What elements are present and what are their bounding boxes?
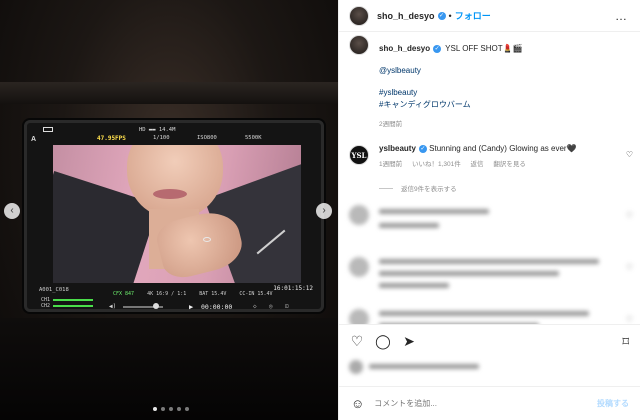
verified-icon: ✓: [418, 144, 427, 153]
comment-text: Stunning and (Candy) Glowing as ever🖤: [429, 144, 577, 153]
caption-time: 2週間前: [379, 121, 403, 128]
author-avatar[interactable]: [349, 5, 369, 26]
heart-icon: ♡: [625, 263, 633, 272]
author-username[interactable]: sho_h_desyo: [377, 11, 435, 21]
blurred-comment: ♡: [339, 253, 640, 297]
osd-stat: CC-IN 15.4V: [239, 291, 273, 297]
comment-icon[interactable]: ◯: [375, 333, 391, 350]
carousel-dots: [153, 407, 189, 411]
blurred-text: [379, 259, 599, 264]
blurred-text: [379, 311, 589, 316]
monitor-top-bar: HD ▬▬ 14.4M 47.95FPS 1/100 ISO800 5500K: [27, 123, 321, 145]
post-comment-button[interactable]: 投稿する: [597, 398, 629, 409]
comment-likes[interactable]: いいね！1,301件: [412, 161, 461, 168]
comment-item: YSL yslbeauty ✓ Stunning and (Candy) Glow…: [339, 143, 640, 171]
osd-fps: 47.95FPS: [97, 135, 126, 142]
blurred-text: [379, 283, 449, 288]
blurred-text: [379, 223, 439, 228]
monitor-bottom-bar: A001_C018 16:01:15:12 CH1 CH2 CFX 847 4K…: [27, 283, 321, 315]
comment-like-heart-icon[interactable]: ♡: [626, 149, 633, 161]
monitor-picture: [53, 145, 301, 283]
volume-knob: [153, 303, 159, 309]
comment-time: 1週間前: [379, 161, 403, 168]
comment-avatar[interactable]: YSL: [349, 145, 369, 165]
carousel-dot: [185, 407, 189, 411]
tool-icon: ◎: [269, 303, 273, 310]
battery-icon: [43, 127, 53, 132]
blurred-text: [369, 364, 479, 369]
blurred-comment: ♡: [339, 201, 640, 245]
emoji-icon[interactable]: ☺: [351, 396, 364, 411]
osd-iso: ISO800: [197, 135, 217, 141]
view-replies-button[interactable]: 返信9件を表示する: [379, 183, 640, 193]
ring: [203, 237, 211, 242]
comments-scroll[interactable]: sho_h_desyo ✓ YSL OFF SHOT💄🎬 @yslbeauty #y…: [339, 33, 640, 324]
carousel-dot: [169, 407, 173, 411]
osd-clip: A001_C018: [39, 287, 69, 293]
tool-icon: ◇: [253, 303, 257, 310]
more-options-icon[interactable]: …: [615, 9, 628, 23]
blurred-text: [379, 209, 489, 214]
verified-icon: ✓: [433, 44, 442, 53]
comment-username[interactable]: yslbeauty: [379, 144, 416, 153]
view-replies-label: 返信9件を表示する: [401, 186, 457, 193]
osd-hd: HD ▬▬ 14.4M: [139, 127, 176, 133]
caption-hashtag[interactable]: #yslbeauty: [379, 87, 640, 99]
blurred-text: [379, 271, 559, 276]
volume-icon: ◀): [109, 303, 117, 310]
post-media[interactable]: HD ▬▬ 14.4M 47.95FPS 1/100 ISO800 5500K …: [0, 0, 338, 420]
caption-hashtag[interactable]: #キャンディグロウバーム: [379, 99, 640, 111]
camera-monitor: HD ▬▬ 14.4M 47.95FPS 1/100 ISO800 5500K …: [24, 120, 324, 312]
tool-icon: ⊡: [285, 303, 289, 310]
post-caption: sho_h_desyo ✓ YSL OFF SHOT💄🎬 @yslbeauty #y…: [339, 33, 640, 131]
like-heart-icon[interactable]: ♡: [349, 333, 365, 350]
comment-translate-button[interactable]: 翻訳を見る: [493, 161, 526, 168]
separator-dot: •: [448, 10, 452, 21]
carousel-dot: [153, 407, 157, 411]
caption-mention[interactable]: @yslbeauty: [379, 65, 640, 77]
play-icon: ▶: [189, 303, 194, 311]
blurred-comment: ♡: [339, 305, 640, 324]
audio-meter-2: [53, 305, 93, 307]
comment-reply-button[interactable]: 返信: [471, 161, 484, 168]
blurred-avatar: [349, 257, 369, 277]
osd-corner: A: [31, 136, 37, 143]
share-icon[interactable]: ➤: [401, 333, 417, 350]
osd-stats: CFX 847 4K 16:9 / 1:1 BAT 15.4V CC-IN 15…: [113, 291, 282, 297]
osd-ch2: CH2: [41, 303, 51, 309]
caption-text: YSL OFF SHOT💄🎬: [445, 44, 523, 53]
caption-username[interactable]: sho_h_desyo: [379, 44, 430, 53]
lips: [153, 189, 187, 199]
blurred-avatar: [349, 360, 363, 374]
carousel-dot: [161, 407, 165, 411]
replies-line: [379, 187, 393, 189]
post-side-panel: sho_h_desyo ✓ • フォロー … sho_h_desyo ✓ YSL O…: [338, 0, 640, 420]
carousel-next-button[interactable]: ›: [316, 203, 332, 219]
post-header: sho_h_desyo ✓ • フォロー …: [339, 0, 640, 32]
carousel-prev-button[interactable]: ‹: [4, 203, 20, 219]
osd-stat: 4K 16:9 / 1:1: [147, 291, 187, 297]
heart-icon: ♡: [625, 211, 633, 220]
post-actions: ♡ ◯ ➤ ⌑: [339, 324, 640, 358]
blurred-avatar: [349, 309, 369, 324]
osd-stat: CFX 847: [113, 291, 135, 297]
comment-meta: 1週間前 いいね！1,301件 返信 翻訳を見る: [379, 159, 640, 171]
osd-shutter: 1/100: [153, 135, 170, 141]
osd-playback-time: 00:00:00: [201, 303, 233, 311]
blurred-likes: [349, 358, 619, 380]
heart-icon: ♡: [625, 315, 633, 324]
carousel-dot: [177, 407, 181, 411]
author-avatar[interactable]: [349, 35, 369, 55]
osd-kelvin: 5500K: [245, 135, 262, 141]
blurred-avatar: [349, 205, 369, 225]
comment-input[interactable]: [374, 399, 597, 408]
audio-meter-1: [53, 299, 93, 301]
bookmark-icon[interactable]: ⌑: [622, 334, 629, 350]
verified-icon: ✓: [437, 11, 446, 20]
follow-button[interactable]: フォロー: [455, 9, 491, 22]
comment-composer: ☺ 投稿する: [339, 386, 640, 420]
osd-stat: BAT 15.4V: [199, 291, 227, 297]
